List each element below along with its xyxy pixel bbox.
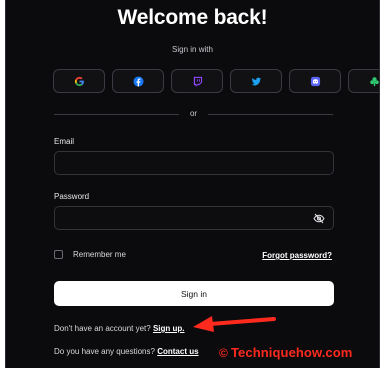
copyright-symbol: © — [219, 346, 228, 360]
login-panel: Welcome back! Sign in with or Email Pass… — [5, 0, 380, 368]
eye-off-icon[interactable] — [313, 213, 325, 224]
twitch-signin-button[interactable] — [171, 69, 223, 93]
watermark: © Techniquehow.com — [219, 345, 352, 360]
contact-prompt-text: Do you have any questions? — [54, 347, 155, 356]
contact-link[interactable]: Contact us — [157, 347, 198, 356]
email-field[interactable] — [54, 151, 334, 175]
social-login-row — [53, 69, 379, 93]
page-title: Welcome back! — [117, 6, 268, 29]
discord-icon — [310, 76, 320, 86]
red-arrow-annotation — [193, 316, 276, 332]
signin-button[interactable]: Sign in — [54, 281, 334, 306]
signin-with-label: Sign in with — [172, 45, 213, 54]
or-divider: or — [54, 108, 333, 120]
facebook-signin-button[interactable] — [112, 69, 164, 93]
signup-link[interactable]: Sign up. — [153, 324, 185, 333]
email-label: Email — [54, 137, 75, 146]
contact-prompt: Do you have any questions? Contact us — [54, 347, 199, 356]
discord-signin-button[interactable] — [289, 69, 341, 93]
signup-prompt-text: Don't have an account yet? — [54, 324, 151, 333]
twitter-icon — [250, 77, 261, 85]
forgot-password-link[interactable]: Forgot password? — [262, 251, 332, 260]
google-signin-button[interactable] — [53, 69, 105, 93]
watermark-text: Techniquehow.com — [230, 345, 353, 360]
password-label: Password — [54, 192, 90, 201]
password-field[interactable] — [54, 206, 334, 230]
guilded-signin-button[interactable] — [348, 69, 379, 93]
remember-me-checkbox[interactable] — [54, 250, 63, 259]
google-icon — [74, 76, 84, 86]
facebook-icon — [132, 75, 144, 87]
remember-me-row: Remember me — [54, 250, 126, 259]
remember-me-label: Remember me — [73, 250, 126, 259]
guilded-icon — [369, 76, 379, 86]
signup-prompt: Don't have an account yet? Sign up. — [54, 324, 185, 333]
divider-line-right — [208, 114, 333, 115]
twitter-signin-button[interactable] — [230, 69, 282, 93]
twitch-icon — [193, 76, 202, 87]
